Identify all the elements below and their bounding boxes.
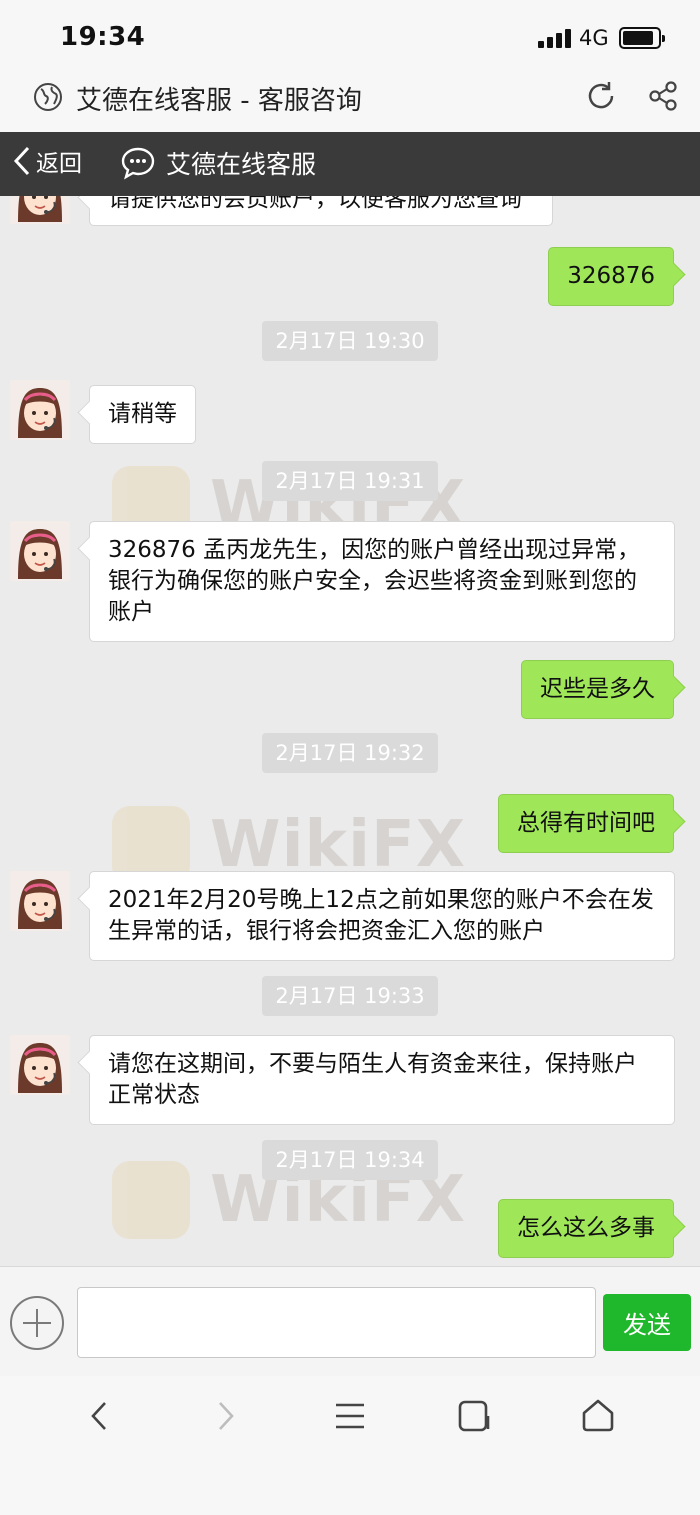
timestamp: 2月17日 19:31 <box>262 461 438 501</box>
agent-avatar <box>10 196 70 224</box>
message-bubble-agent: 326876 孟丙龙先生，因您的账户曾经出现过异常，银行为确保您的账户安全，会迟… <box>89 521 675 642</box>
page-title: 艾德在线客服 - 客服咨询 <box>76 86 362 116</box>
back-label: 返回 <box>36 151 82 177</box>
tabs-icon[interactable] <box>455 1396 495 1436</box>
timestamp: 2月17日 19:34 <box>262 1140 438 1180</box>
nav-back-icon[interactable] <box>80 1396 120 1436</box>
share-icon[interactable] <box>646 79 680 113</box>
message-bubble-user: 迟些是多久 <box>521 660 674 719</box>
timestamp: 2月17日 19:33 <box>262 976 438 1016</box>
chat-bubble-icon <box>121 147 155 180</box>
browser-nav-bar <box>0 1376 700 1515</box>
message-bubble-agent: 请您在这期间，不要与陌生人有资金来往，保持账户正常状态 <box>89 1035 675 1125</box>
plus-icon[interactable] <box>10 1296 64 1350</box>
timestamp: 2月17日 19:32 <box>262 733 438 773</box>
home-icon[interactable] <box>578 1396 618 1436</box>
chat-area[interactable]: WikiFX WikiFX WikiFX WikiFX 请提供您的会员账户，以便… <box>0 196 700 1266</box>
signal-icon <box>538 28 572 48</box>
chat-header: 返回 艾德在线客服 <box>0 132 700 196</box>
service-name: 艾德在线客服 <box>166 150 317 179</box>
message-bubble-agent: 请提供您的会员账户，以便客服为您查询 <box>89 196 553 226</box>
network-type: 4G <box>579 26 609 50</box>
service-title: 艾德在线客服 <box>120 145 316 181</box>
status-bar: 19:34 4G <box>0 0 700 70</box>
timestamp: 2月17日 19:30 <box>262 321 438 361</box>
message-bubble-user: 怎么这么多事 <box>498 1199 674 1258</box>
back-button[interactable]: 返回 <box>10 144 82 178</box>
agent-avatar <box>10 380 70 440</box>
browser-title-bar: 艾德在线客服 - 客服咨询 <box>0 70 700 132</box>
refresh-icon[interactable] <box>584 79 618 113</box>
input-bar: 发送 <box>0 1266 700 1376</box>
agent-avatar <box>10 1035 70 1095</box>
battery-icon <box>619 27 665 49</box>
send-button[interactable]: 发送 <box>603 1294 691 1351</box>
message-bubble-user: 总得有时间吧 <box>498 794 674 853</box>
message-input[interactable] <box>77 1287 596 1358</box>
message-bubble-user: 326876 <box>548 247 674 306</box>
message-bubble-agent: 请稍等 <box>89 385 196 444</box>
nav-forward-icon[interactable] <box>205 1396 245 1436</box>
status-time: 19:34 <box>60 22 146 52</box>
back-chevron-icon <box>13 146 30 176</box>
globe-icon <box>34 83 62 111</box>
menu-icon[interactable] <box>330 1396 370 1436</box>
agent-avatar <box>10 521 70 581</box>
message-bubble-agent: 2021年2月20号晚上12点之前如果您的账户不会在发生异常的话，银行将会把资金… <box>89 871 675 961</box>
agent-avatar <box>10 871 70 931</box>
